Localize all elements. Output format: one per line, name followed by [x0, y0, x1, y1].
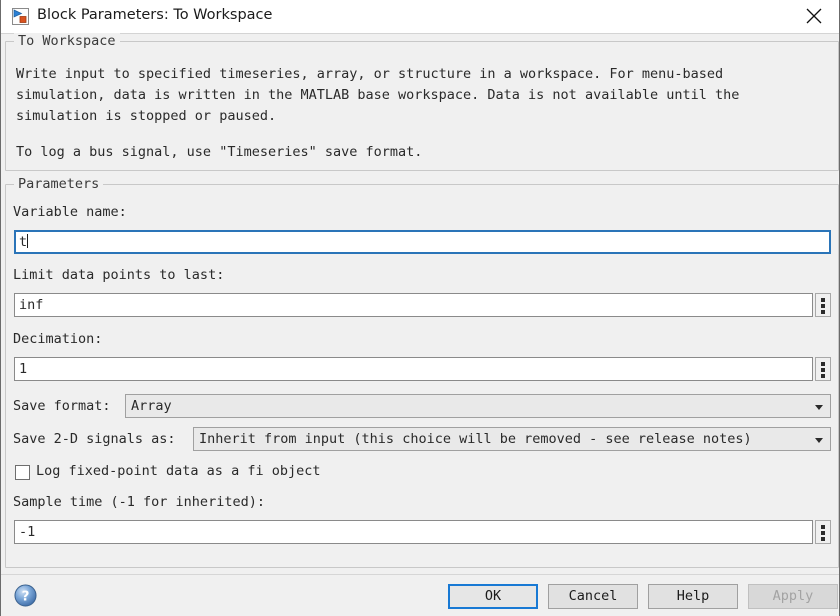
dialog-footer: ? OK Cancel Help Apply — [1, 574, 839, 616]
variable-name-label: Variable name: — [13, 204, 127, 220]
variable-name-input[interactable]: t — [14, 230, 831, 254]
save-2d-signals-dropdown[interactable]: Inherit from input (this choice will be … — [193, 427, 831, 451]
limit-data-points-label: Limit data points to last: — [13, 267, 225, 283]
apply-button: Apply — [748, 584, 838, 609]
sample-time-expand-dots-icon[interactable] — [815, 520, 831, 544]
decimation-input[interactable]: 1 — [14, 357, 813, 381]
variable-name-value: t — [19, 234, 28, 250]
svg-text:?: ? — [22, 589, 30, 605]
chevron-down-icon — [815, 438, 823, 443]
close-icon[interactable] — [791, 0, 837, 32]
description-paragraph-1: Write input to specified timeseries, arr… — [16, 66, 740, 124]
description-paragraph-2: To log a bus signal, use "Timeseries" sa… — [16, 144, 423, 160]
save-format-value: Array — [131, 398, 172, 414]
window-title: Block Parameters: To Workspace — [37, 7, 273, 23]
chevron-down-icon — [815, 405, 823, 410]
ok-button[interactable]: OK — [448, 584, 538, 609]
decimation-label: Decimation: — [13, 331, 103, 347]
block-parameters-dialog: Block Parameters: To Workspace To Worksp… — [0, 0, 840, 616]
limit-data-points-input[interactable]: inf — [14, 293, 813, 317]
simulink-block-icon — [12, 8, 29, 25]
save-format-dropdown[interactable]: Array — [125, 394, 831, 418]
help-circle-icon[interactable]: ? — [13, 583, 38, 608]
text-caret — [27, 234, 29, 248]
help-button[interactable]: Help — [648, 584, 738, 609]
log-fixed-point-checkbox[interactable] — [15, 465, 30, 480]
save-2d-signals-label: Save 2-D signals as: — [13, 431, 176, 447]
sample-time-input[interactable]: -1 — [14, 520, 813, 544]
sample-time-label: Sample time (-1 for inherited): — [13, 494, 265, 510]
limit-data-points-expand-dots-icon[interactable] — [815, 293, 831, 317]
title-bar: Block Parameters: To Workspace — [1, 0, 839, 34]
description-group-legend: To Workspace — [14, 33, 120, 49]
save-2d-signals-value: Inherit from input (this choice will be … — [199, 431, 752, 447]
cancel-button[interactable]: Cancel — [548, 584, 638, 609]
decimation-expand-dots-icon[interactable] — [815, 357, 831, 381]
parameters-group-legend: Parameters — [14, 176, 104, 192]
description-group: To Workspace Write input to specified ti… — [5, 33, 839, 171]
save-format-label: Save format: — [13, 398, 111, 414]
log-fixed-point-label: Log fixed-point data as a fi object — [36, 463, 321, 479]
